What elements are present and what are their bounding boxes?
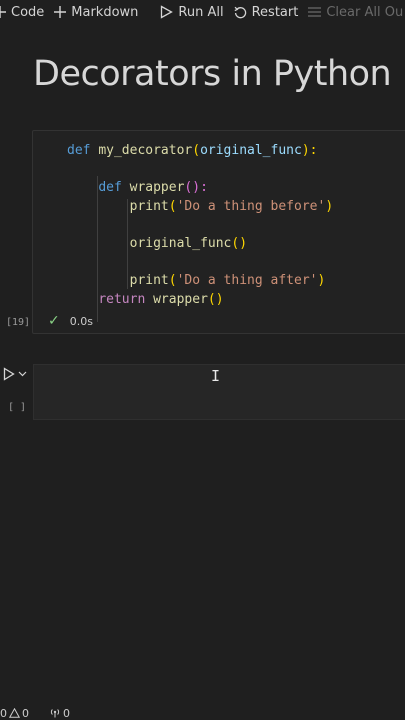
error-count: 0	[0, 706, 7, 720]
bracket-token: ):	[301, 143, 318, 158]
restart-button[interactable]: Restart	[234, 4, 299, 20]
restart-label: Restart	[251, 4, 299, 20]
notebook-toolbar: Code Markdown Run All Restart Clear All …	[0, 0, 405, 24]
problems-indicator[interactable]: 0 0	[0, 707, 29, 720]
ports-count: 0	[63, 706, 70, 720]
run-all-icon	[161, 5, 174, 19]
bracket-token: (	[168, 198, 177, 214]
ports-indicator[interactable]: 0	[49, 707, 70, 720]
execution-time: 0.0s	[69, 314, 93, 328]
restart-icon	[234, 6, 246, 18]
run-all-label: Run All	[178, 4, 224, 20]
text-cursor-icon: I	[211, 367, 221, 385]
execution-count: [ ]	[8, 402, 27, 413]
run-cell-button[interactable]	[3, 367, 27, 381]
run-all-button[interactable]: Run All	[160, 4, 224, 20]
code-cell[interactable]: def my_decorator(original_func): def wra…	[32, 130, 405, 334]
function-token: print	[129, 273, 169, 289]
bracket-token: )	[317, 273, 326, 289]
code-line: print('Do a thing after')	[67, 273, 326, 289]
code-line: def my_decorator(original_func):	[67, 143, 317, 158]
code-line: return wrapper()	[67, 291, 224, 307]
code-editor[interactable]: def my_decorator(original_func): def wra…	[67, 142, 333, 309]
execution-count: [19]	[6, 317, 31, 328]
plus-icon	[0, 6, 6, 18]
keyword-token: def	[98, 180, 122, 196]
bracket-token: ()	[207, 291, 224, 307]
string-token: 'Do a thing before'	[176, 198, 326, 214]
bracket-token: (	[192, 143, 201, 158]
function-token: original_func	[129, 235, 232, 251]
run-icon	[3, 367, 15, 381]
function-token: print	[129, 198, 169, 214]
add-markdown-cell-button[interactable]: Markdown	[54, 5, 138, 20]
bracket-token: (	[168, 273, 177, 289]
add-code-cell-button[interactable]: Code	[0, 5, 44, 20]
code-line: original_func()	[67, 236, 247, 251]
broadcast-icon	[50, 709, 60, 718]
warning-icon	[9, 708, 20, 718]
code-line: def wrapper():	[67, 180, 208, 195]
code-line: print('Do a thing before')	[67, 198, 334, 214]
bracket-token: ()	[231, 235, 248, 251]
clear-all-icon	[308, 7, 322, 17]
check-icon: ✓	[48, 313, 60, 329]
code-label: Code	[11, 4, 45, 20]
plus-icon	[54, 6, 67, 18]
function-token: my_decorator	[98, 143, 193, 158]
status-bar: 0 0 0	[0, 706, 405, 720]
keyword-token: def	[67, 143, 91, 158]
markdown-label: Markdown	[71, 4, 139, 20]
function-token: wrapper	[153, 291, 208, 307]
string-token: 'Do a thing after'	[176, 273, 318, 289]
clear-all-outputs-button[interactable]: Clear All Ou	[308, 5, 403, 20]
chevron-down-icon	[18, 371, 27, 377]
warning-count: 0	[22, 706, 29, 720]
param-token: original_func	[200, 143, 302, 158]
function-token: wrapper	[129, 180, 185, 196]
bracket-token: ():	[184, 180, 208, 196]
keyword-token: return	[98, 291, 146, 307]
cell-status: ✓ 0.0s	[48, 314, 93, 328]
clear-all-label: Clear All Ou	[326, 4, 404, 20]
markdown-heading: Decorators in Python	[33, 54, 392, 94]
bracket-token: )	[325, 198, 334, 214]
